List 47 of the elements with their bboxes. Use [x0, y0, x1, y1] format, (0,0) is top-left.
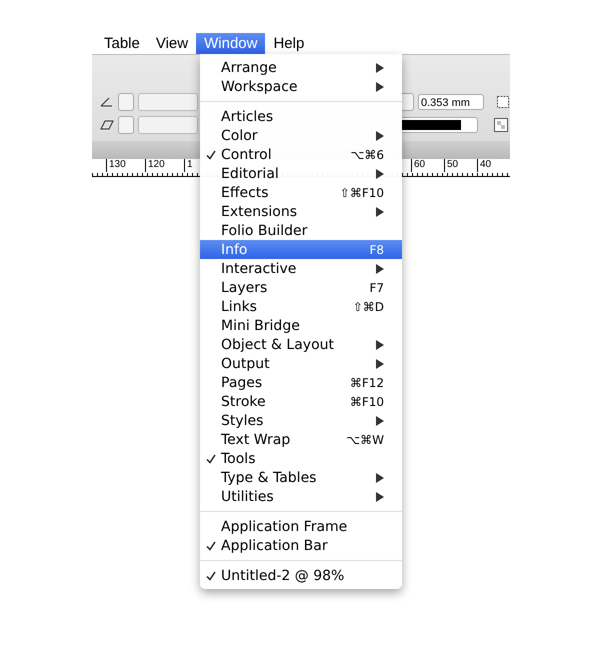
frame-icon[interactable]: [496, 95, 510, 109]
submenu-arrow-icon: [376, 130, 384, 140]
input-field[interactable]: [138, 93, 198, 111]
menu-bar-item[interactable]: View: [148, 33, 196, 54]
menu-item[interactable]: Extensions: [200, 202, 402, 221]
stroke-weight-field[interactable]: 0.353 mm: [418, 94, 484, 110]
menu-item[interactable]: Folio Builder: [200, 221, 402, 240]
checker-icon[interactable]: [494, 118, 508, 132]
ruler-label: 40: [477, 159, 510, 172]
menu-item[interactable]: Links ⇧⌘D: [200, 297, 402, 316]
submenu-arrow-icon: [376, 206, 384, 216]
menu-bar-item[interactable]: Window: [196, 33, 266, 54]
menu-bar-item[interactable]: Table: [96, 33, 148, 54]
input-field[interactable]: [138, 116, 198, 134]
menu-item[interactable]: Effects ⇧⌘F10: [200, 183, 402, 202]
menu-item[interactable]: Info F8: [200, 240, 402, 259]
menu-item[interactable]: Tools: [200, 449, 402, 468]
menu-item[interactable]: Interactive: [200, 259, 402, 278]
menu-item[interactable]: Text Wrap ⌥⌘W: [200, 430, 402, 449]
menu-item[interactable]: Layers F7: [200, 278, 402, 297]
menu-item[interactable]: Stroke ⌘F10: [200, 392, 402, 411]
ruler-label: 130: [106, 159, 145, 172]
menu-item[interactable]: Application Frame: [200, 517, 402, 536]
menu-item[interactable]: Untitled-2 @ 98%: [200, 566, 402, 585]
angle-icon: [100, 97, 114, 107]
submenu-arrow-icon: [376, 168, 384, 178]
menu-item[interactable]: Articles: [200, 107, 402, 126]
ruler-label: 50: [444, 159, 477, 172]
menu-item[interactable]: Application Bar: [200, 536, 402, 555]
menu-item[interactable]: Utilities: [200, 487, 402, 506]
menu-item[interactable]: Color: [200, 126, 402, 145]
menu-item[interactable]: Workspace: [200, 77, 402, 96]
ruler-label: 120: [145, 159, 184, 172]
ruler-label: 60: [411, 159, 444, 172]
menu-item[interactable]: Arrange: [200, 58, 402, 77]
menu-item[interactable]: Type & Tables: [200, 468, 402, 487]
menu-item[interactable]: Mini Bridge: [200, 316, 402, 335]
menu-item[interactable]: Pages ⌘F12: [200, 373, 402, 392]
shear-icon: [100, 120, 114, 130]
stepper[interactable]: [118, 93, 134, 111]
menu-item[interactable]: Object & Layout: [200, 335, 402, 354]
menu-item[interactable]: Styles: [200, 411, 402, 430]
stepper[interactable]: [118, 116, 134, 134]
menu-item[interactable]: Output: [200, 354, 402, 373]
submenu-arrow-icon: [376, 264, 384, 274]
submenu-arrow-icon: [376, 416, 384, 426]
menu-bar-item[interactable]: Help: [265, 33, 312, 54]
